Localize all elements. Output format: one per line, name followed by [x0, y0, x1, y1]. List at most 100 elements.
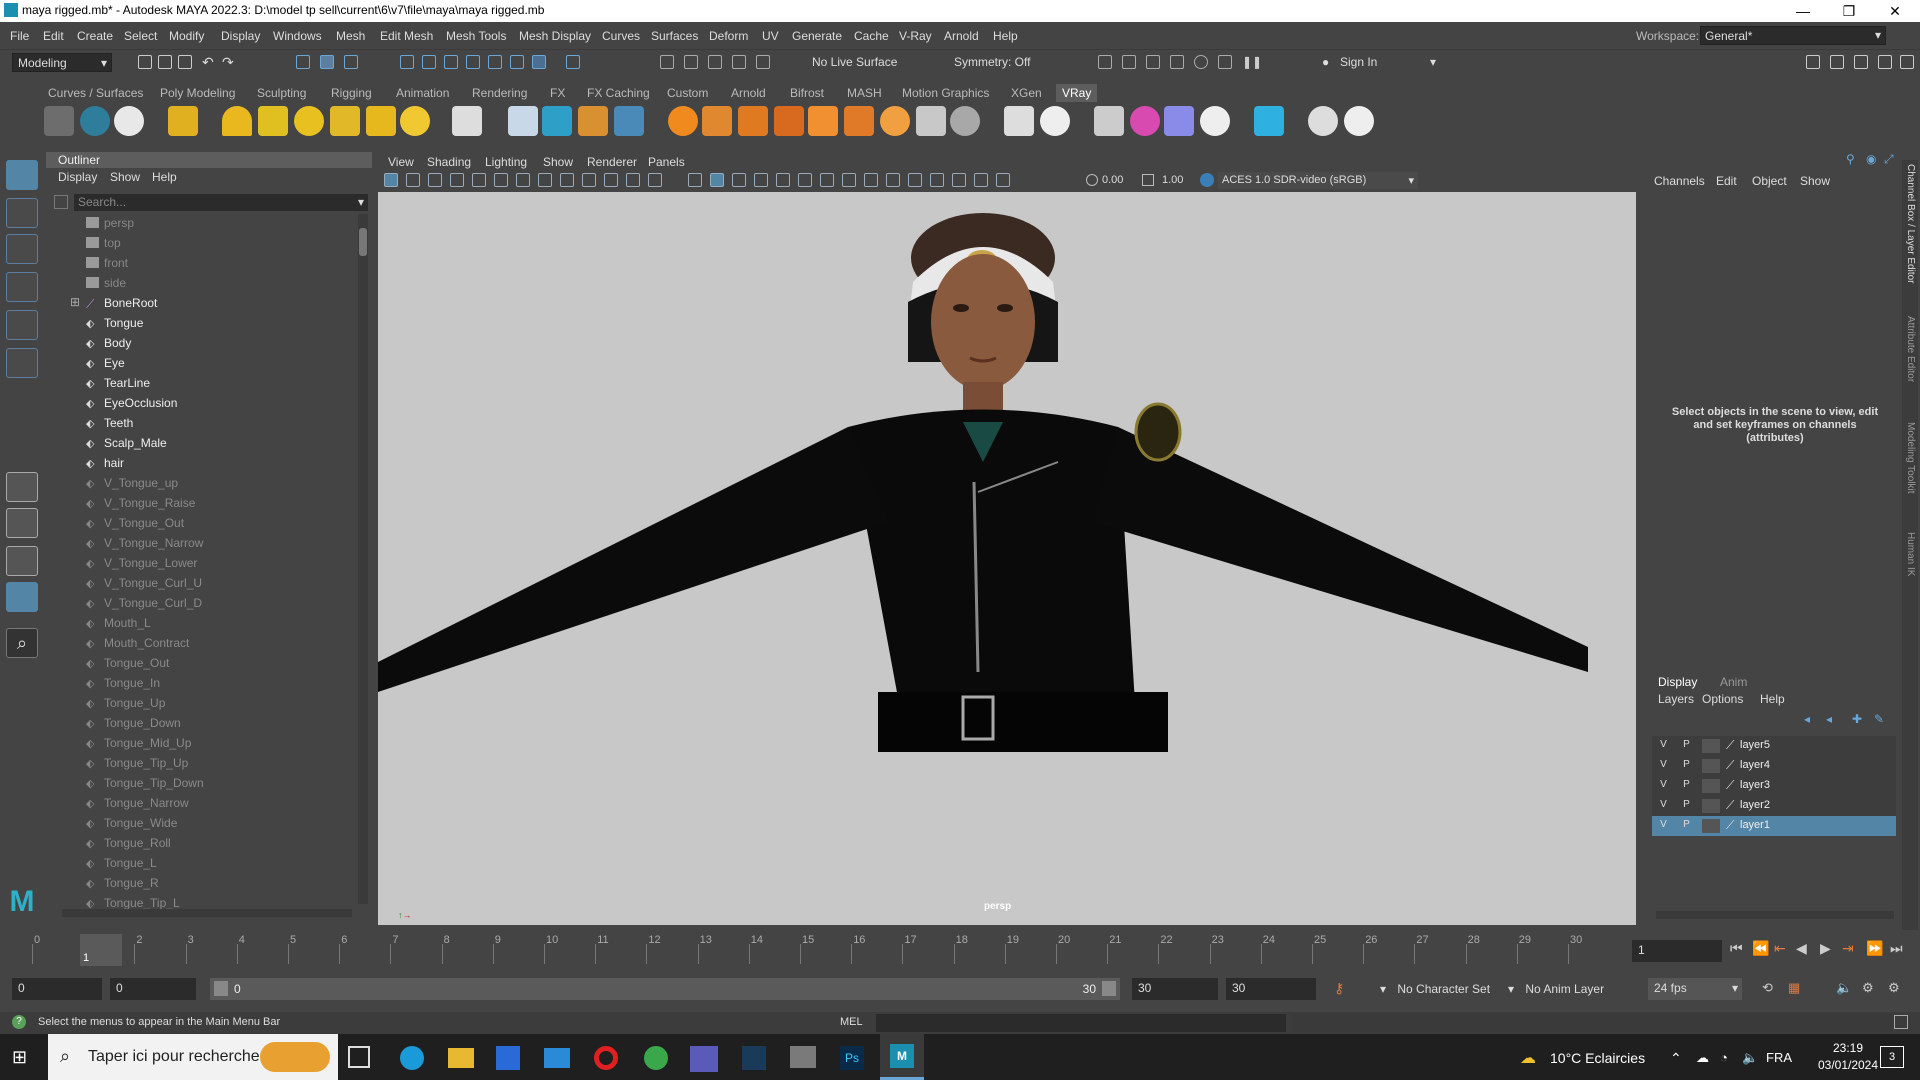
anim-layer-dropdown[interactable]: ▾ No Anim Layer [1508, 982, 1604, 996]
step-forward-frame-icon[interactable]: ⏩ [1866, 940, 1883, 957]
outliner-menu-help[interactable]: Help [152, 170, 177, 184]
paint-select-tool-icon[interactable] [6, 234, 38, 264]
isolate-select-icon[interactable] [908, 173, 922, 187]
command-input[interactable] [876, 1014, 1286, 1032]
shelf-tab-arnold[interactable]: Arnold [731, 86, 766, 100]
render-settings-icon[interactable] [756, 55, 770, 69]
preferences-icon[interactable]: ⚙ [1862, 980, 1874, 996]
select-by-component-icon[interactable] [344, 55, 358, 69]
shelf-tab-rigging[interactable]: Rigging [331, 86, 372, 100]
menu-create[interactable]: Create [77, 29, 113, 43]
menu-cache[interactable]: Cache [854, 29, 889, 43]
mesh-light-icon[interactable] [330, 106, 360, 136]
playback-start-field[interactable]: 0 [110, 978, 196, 1000]
go-to-start-icon[interactable]: ⏮ [1730, 940, 1743, 957]
four-view-layout-icon[interactable] [6, 508, 38, 538]
layer-playback-toggle[interactable]: P [1679, 779, 1694, 793]
side-tab-human-ik[interactable]: Human IK [1905, 532, 1916, 576]
dome-light-icon[interactable] [222, 106, 252, 136]
edge-browser-icon[interactable] [400, 1046, 424, 1070]
select-camera-icon[interactable] [384, 173, 398, 187]
film-gate-icon[interactable] [560, 173, 574, 187]
antialiasing-icon[interactable] [864, 173, 878, 187]
side-tab-attribute-editor[interactable]: Attribute Editor [1905, 316, 1916, 382]
sound-icon[interactable]: 🔈 [1836, 980, 1852, 996]
playback-end-field[interactable]: 30 [1132, 978, 1218, 1000]
layer-color-swatch[interactable] [1702, 759, 1720, 773]
onedrive-icon[interactable]: ☁ [1696, 1050, 1709, 1066]
new-layer-selected-icon[interactable]: ✎ [1874, 712, 1884, 726]
viewport-menu-shading[interactable]: Shading [427, 155, 471, 169]
render-frame-icon[interactable] [1122, 55, 1136, 69]
filter-icon[interactable] [54, 195, 68, 209]
menu-vray[interactable]: V-Ray [899, 29, 932, 43]
scene-end-field[interactable]: 30 [1226, 978, 1316, 1000]
pause-icon[interactable]: ❚❚ [1242, 55, 1262, 69]
layer-playback-toggle[interactable]: P [1679, 799, 1694, 813]
layout-toggle-icon[interactable] [1900, 55, 1914, 69]
shelf-tab-xgen[interactable]: XGen [1011, 86, 1042, 100]
vray-cloud-icon[interactable] [1254, 106, 1284, 136]
scene-start-field[interactable]: 0 [12, 978, 102, 1000]
layer-visibility-toggle[interactable]: V [1656, 779, 1671, 793]
layer-hscrollbar[interactable] [1656, 911, 1894, 919]
step-back-frame-icon[interactable]: ⏪ [1752, 940, 1769, 957]
move-tool-icon[interactable] [6, 272, 38, 302]
shelf-tab-poly-modeling[interactable]: Poly Modeling [160, 86, 235, 100]
search-icon[interactable]: ⌕ [6, 628, 38, 658]
channel-menu-channels[interactable]: Channels [1654, 174, 1705, 188]
vray-scene-icon[interactable] [578, 106, 608, 136]
vray-logo-icon[interactable] [1344, 106, 1374, 136]
image-plane-icon[interactable] [450, 173, 464, 187]
channel-menu-object[interactable]: Object [1752, 174, 1787, 188]
range-handle-right[interactable] [1102, 981, 1116, 996]
lock-icon[interactable] [566, 55, 580, 69]
weather-text[interactable]: 10°C Eclaircies [1550, 1050, 1645, 1066]
play-forwards-icon[interactable]: ▶ [1820, 940, 1831, 957]
play-backwards-icon[interactable]: ◀ [1796, 940, 1807, 957]
layer-visibility-toggle[interactable]: V [1656, 739, 1671, 753]
windows-start-icon[interactable]: ⊞ [12, 1048, 30, 1066]
vray-plane-icon[interactable] [452, 106, 482, 136]
menu-curves[interactable]: Curves [602, 29, 640, 43]
viewport-menu-lighting[interactable]: Lighting [485, 155, 527, 169]
outliner-scroll-thumb[interactable] [359, 228, 367, 256]
light-editor-icon[interactable] [1170, 55, 1184, 69]
motion-blur-icon[interactable] [842, 173, 856, 187]
menu-help[interactable]: Help [993, 29, 1018, 43]
layout-outliner-icon[interactable] [1854, 55, 1868, 69]
outliner-hscrollbar[interactable] [62, 909, 352, 917]
snap-surface-icon[interactable] [488, 55, 502, 69]
current-frame-field[interactable]: 1 [1632, 940, 1722, 962]
vray-frame-buffer-icon[interactable] [114, 106, 144, 136]
menu-edit[interactable]: Edit [43, 29, 64, 43]
shelf-tab-sculpting[interactable]: Sculpting [257, 86, 306, 100]
close-button[interactable]: ✕ [1872, 0, 1918, 22]
new-scene-icon[interactable] [138, 55, 152, 69]
layer-playback-toggle[interactable]: P [1679, 759, 1694, 773]
snap-curve-icon[interactable] [422, 55, 436, 69]
minimize-button[interactable]: — [1780, 0, 1826, 22]
2d-pan-zoom-icon[interactable] [472, 173, 486, 187]
gate-mask-icon[interactable] [604, 173, 618, 187]
microsoft-store-icon[interactable] [496, 1046, 520, 1070]
menu-mesh[interactable]: Mesh [336, 29, 365, 43]
menu-deform[interactable]: Deform [709, 29, 748, 43]
snap-together-icon[interactable] [532, 55, 546, 69]
vray-proxy-icon[interactable] [508, 106, 538, 136]
undo-icon[interactable]: ↶ [202, 55, 216, 69]
lasso-tool-icon[interactable] [6, 198, 38, 228]
task-view-icon[interactable] [348, 1046, 370, 1068]
new-empty-layer-icon[interactable]: ✚ [1852, 712, 1862, 726]
outliner-menu-display[interactable]: Display [58, 170, 97, 184]
channel-box-icon[interactable]: ⚲ [1846, 152, 1855, 166]
layer-color-swatch[interactable] [1702, 819, 1720, 833]
xray-components-icon[interactable] [974, 173, 988, 187]
snap-grid-icon[interactable] [400, 55, 414, 69]
step-back-key-icon[interactable]: ⇤ [1774, 940, 1786, 957]
layer-menu-help[interactable]: Help [1760, 692, 1785, 706]
menu-windows[interactable]: Windows [273, 29, 322, 43]
shelf-tab-rendering[interactable]: Rendering [472, 86, 527, 100]
layer-color-swatch[interactable] [1702, 779, 1720, 793]
lighting-icon[interactable] [776, 173, 790, 187]
